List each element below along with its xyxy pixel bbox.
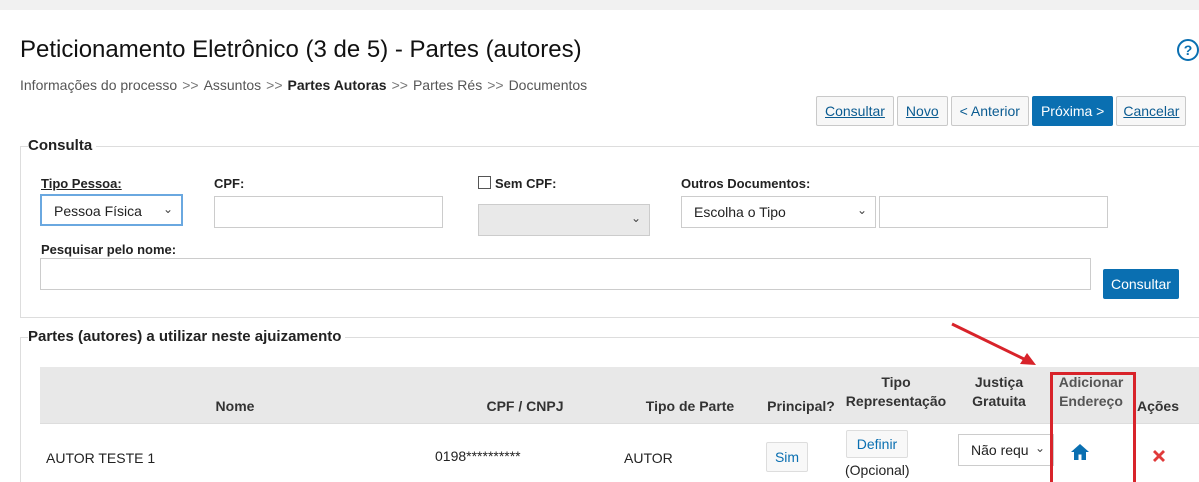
outros-documentos-value: Escolha o Tipo	[694, 204, 786, 220]
chevron-down-icon: ⌄	[1034, 441, 1045, 455]
definir-button[interactable]: Definir	[846, 430, 908, 458]
col-nome: Nome	[215, 398, 255, 414]
row-cpf: 0198**********	[435, 448, 521, 464]
col-tipo-parte: Tipo de Parte	[645, 398, 735, 414]
page-title: Peticionamento Eletrônico (3 de 5) - Par…	[20, 36, 582, 63]
breadcrumb-separator: >>	[182, 77, 199, 93]
opcional-label: (Opcional)	[845, 462, 910, 478]
highlight-endereco-box	[1050, 372, 1136, 482]
consultar-button[interactable]: Consultar	[816, 96, 894, 126]
annotation-arrow-icon	[951, 322, 1036, 365]
justica-value: Não requ	[971, 442, 1029, 458]
chevron-down-icon: ⌄	[162, 202, 173, 216]
delete-icon[interactable]	[1150, 447, 1168, 470]
breadcrumb-separator: >>	[266, 77, 283, 93]
toolbar: Consultar Novo < Anterior Próxima > Canc…	[816, 96, 1187, 126]
tipo-pessoa-label: Tipo Pessoa:	[41, 176, 122, 191]
tipo-pessoa-value: Pessoa Física	[54, 203, 142, 219]
partes-legend: Partes (autores) a utilizar neste ajuiza…	[28, 328, 346, 345]
breadcrumb-separator: >>	[487, 77, 504, 93]
breadcrumb-partes-autoras: Partes Autoras	[287, 77, 387, 93]
help-icon[interactable]: ?	[1177, 39, 1199, 61]
col-justica-line2: Gratuita	[972, 393, 1026, 409]
breadcrumb-partes-res[interactable]: Partes Rés	[413, 77, 482, 93]
chevron-down-icon: ⌄	[630, 211, 641, 225]
sem-cpf-label-text: Sem CPF:	[495, 176, 557, 191]
page: Peticionamento Eletrônico (3 de 5) - Par…	[0, 10, 1199, 482]
consulta-legend: Consulta	[28, 137, 97, 154]
sem-cpf-label: Sem CPF:	[478, 176, 556, 191]
justica-select[interactable]: Não requ ⌄	[958, 434, 1054, 466]
breadcrumb-assuntos[interactable]: Assuntos	[204, 77, 262, 93]
breadcrumb-documentos[interactable]: Documentos	[509, 77, 588, 93]
col-representacao: Tipo Representação	[842, 373, 950, 411]
anterior-button[interactable]: < Anterior	[950, 96, 1029, 126]
table-row: AUTOR TESTE 1 0198********** AUTOR Sim D…	[40, 423, 1199, 482]
col-acoes: Ações	[1136, 398, 1180, 414]
col-representacao-line1: Tipo	[881, 374, 911, 390]
breadcrumb-separator: >>	[391, 77, 408, 93]
table-header: Nome CPF / CNPJ Tipo de Parte Principal?…	[40, 367, 1199, 423]
col-cpf: CPF / CNPJ	[486, 398, 564, 414]
principal-sim-button[interactable]: Sim	[766, 442, 808, 472]
cpf-label: CPF:	[214, 176, 245, 191]
cpf-input[interactable]	[214, 196, 443, 228]
sem-cpf-checkbox[interactable]	[478, 176, 491, 189]
novo-button[interactable]: Novo	[896, 96, 948, 126]
sem-cpf-select: ⌄	[478, 204, 650, 236]
row-tipo: AUTOR	[624, 450, 673, 466]
breadcrumb: Informações do processo >> Assuntos >> Parte…	[20, 77, 587, 93]
tipo-pessoa-select[interactable]: Pessoa Física ⌄	[40, 194, 183, 226]
outros-documentos-select[interactable]: Escolha o Tipo ⌄	[681, 196, 876, 228]
outros-documentos-label: Outros Documentos:	[681, 176, 811, 191]
cancelar-button[interactable]: Cancelar	[1116, 96, 1187, 126]
consultar-nome-button[interactable]: Consultar	[1103, 269, 1179, 299]
nome-input[interactable]	[40, 258, 1091, 290]
pesquisar-nome-label: Pesquisar pelo nome:	[41, 242, 177, 257]
proxima-button[interactable]: Próxima >	[1031, 96, 1114, 126]
chevron-down-icon: ⌄	[856, 203, 867, 217]
col-principal: Principal?	[767, 398, 835, 414]
col-justica-line1: Justiça	[974, 374, 1024, 390]
col-justica: Justiça Gratuita	[950, 373, 1048, 411]
breadcrumb-informacoes[interactable]: Informações do processo	[20, 77, 177, 93]
col-representacao-line2: Representação	[845, 393, 947, 409]
row-nome: AUTOR TESTE 1	[46, 450, 156, 466]
outros-documentos-input[interactable]	[879, 196, 1108, 228]
